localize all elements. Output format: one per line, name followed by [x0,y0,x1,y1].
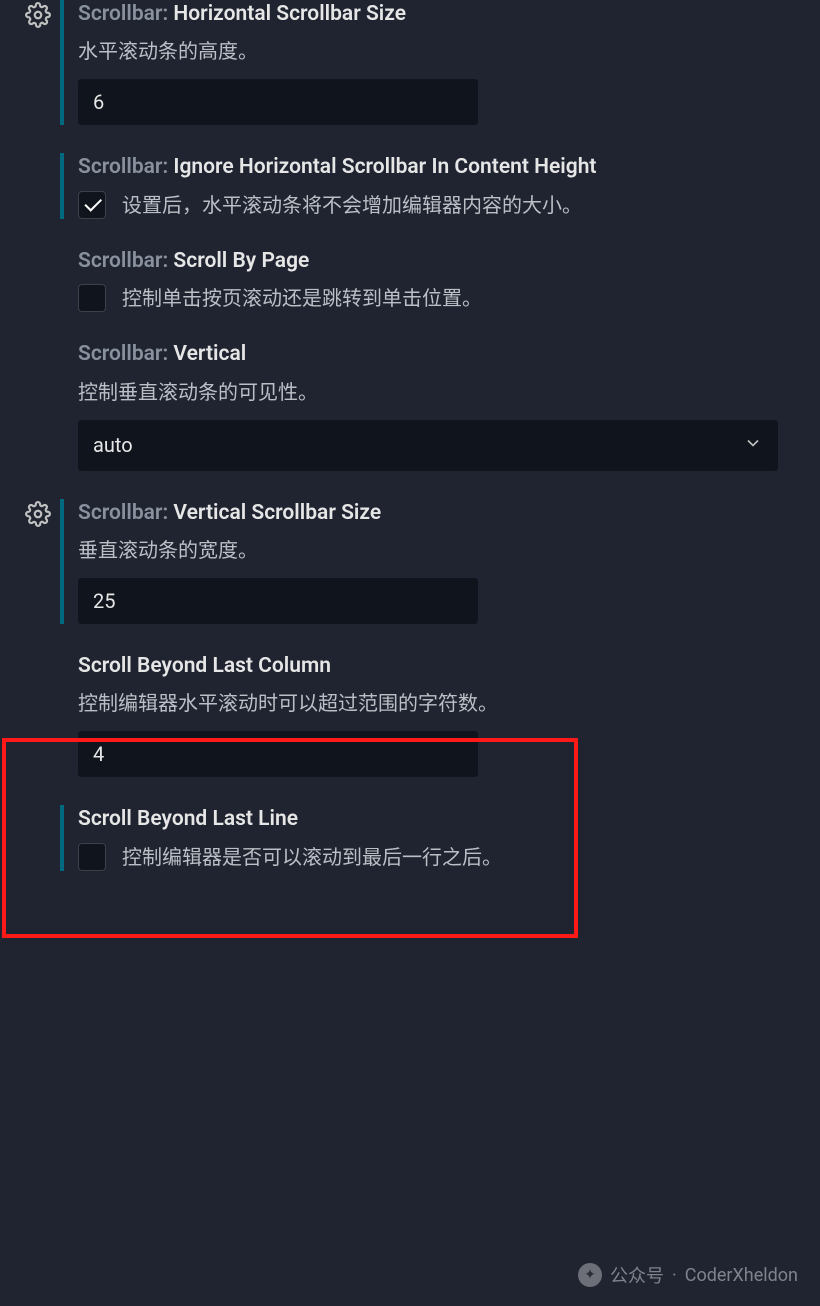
setting-title: Scroll Beyond Last Column [78,652,804,681]
horizontal-size-input[interactable] [78,79,478,125]
setting-description: 水平滚动条的高度。 [78,37,804,65]
vertical-select[interactable]: auto [78,420,778,471]
setting-scroll-beyond-last-column: Scroll Beyond Last Column 控制编辑器水平滚动时可以超过… [16,652,804,777]
setting-vertical: Scrollbar: Vertical 控制垂直滚动条的可见性。 auto [16,340,804,470]
setting-description: 控制编辑器是否可以滚动到最后一行之后。 [122,843,502,871]
settings-list: Scrollbar: Horizontal Scrollbar Size 水平滚… [0,0,820,921]
setting-description: 控制编辑器水平滚动时可以超过范围的字符数。 [78,689,804,717]
setting-description: 垂直滚动条的宽度。 [78,536,804,564]
setting-description: 控制单击按页滚动还是跳转到单击位置。 [122,284,482,312]
gear-icon[interactable] [25,501,51,527]
setting-title: Scrollbar: Ignore Horizontal Scrollbar I… [78,153,804,182]
watermark: ✦ 公众号 · CoderXheldon [578,1262,798,1288]
setting-scroll-by-page: Scrollbar: Scroll By Page 控制单击按页滚动还是跳转到单… [16,247,804,312]
vertical-size-input[interactable] [78,578,478,624]
chevron-down-icon [743,433,763,458]
beyond-last-column-input[interactable] [78,731,478,777]
setting-horizontal-scrollbar-size: Scrollbar: Horizontal Scrollbar Size 水平滚… [16,0,804,125]
setting-ignore-horizontal-scrollbar: Scrollbar: Ignore Horizontal Scrollbar I… [16,153,804,218]
scroll-by-page-checkbox[interactable] [78,284,106,312]
setting-title: Scroll Beyond Last Line [78,805,804,834]
setting-scroll-beyond-last-line: Scroll Beyond Last Line 控制编辑器是否可以滚动到最后一行… [16,805,804,870]
ignore-horizontal-checkbox[interactable] [78,191,106,219]
setting-title: Scrollbar: Scroll By Page [78,247,804,276]
setting-title: Scrollbar: Vertical [78,340,804,369]
gear-icon[interactable] [25,2,51,28]
setting-description: 控制垂直滚动条的可见性。 [78,378,804,406]
setting-title: Scrollbar: Horizontal Scrollbar Size [78,0,804,29]
wechat-icon: ✦ [578,1263,602,1287]
setting-title: Scrollbar: Vertical Scrollbar Size [78,499,804,528]
setting-description: 设置后，水平滚动条将不会增加编辑器内容的大小。 [122,191,582,219]
beyond-last-line-checkbox[interactable] [78,843,106,871]
setting-vertical-scrollbar-size: Scrollbar: Vertical Scrollbar Size 垂直滚动条… [16,499,804,624]
